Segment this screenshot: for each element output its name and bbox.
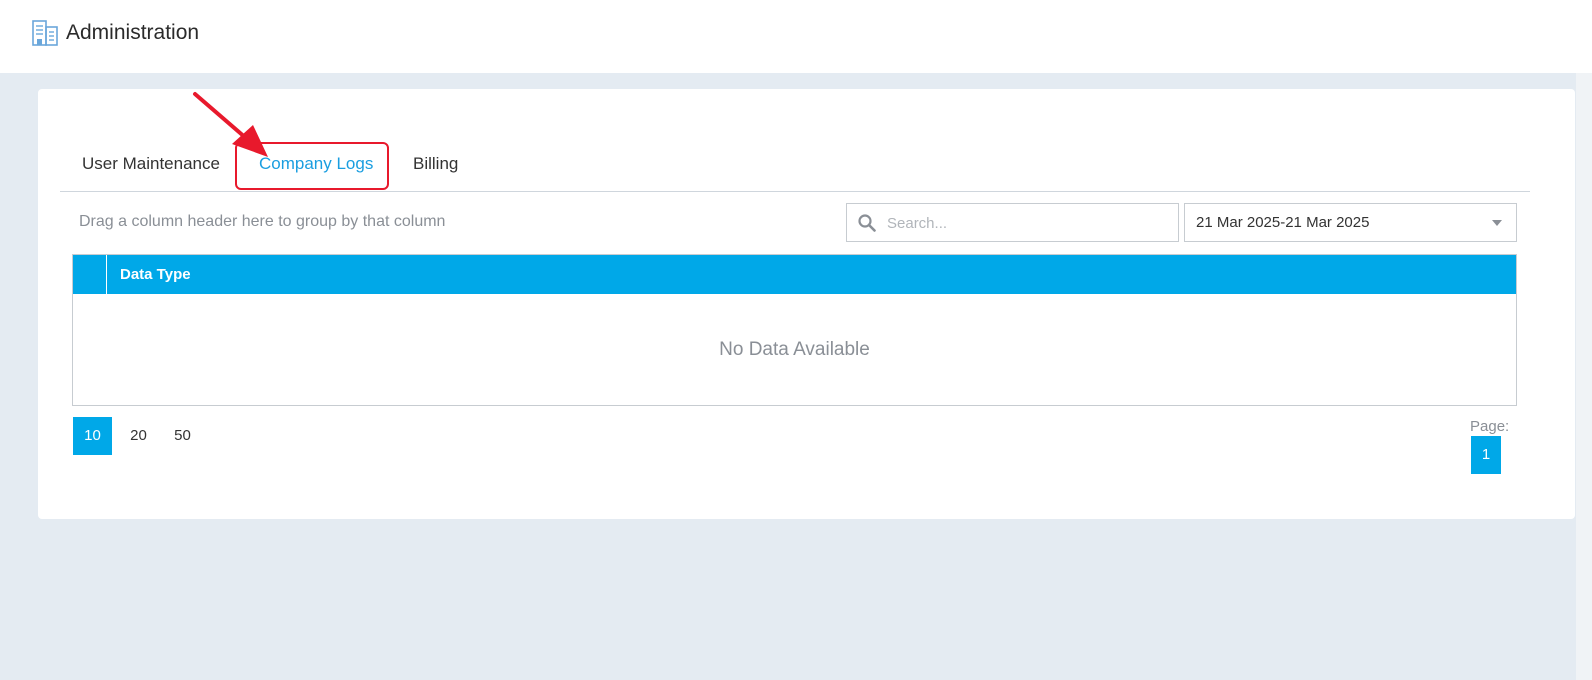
page-button-1[interactable]: 1 (1471, 436, 1501, 474)
search-input[interactable] (885, 209, 1169, 238)
page-size-20[interactable]: 20 (119, 417, 158, 455)
chevron-down-icon[interactable] (1492, 220, 1502, 226)
building-document-icon (32, 20, 58, 46)
column-header-data-type[interactable]: Data Type (120, 266, 191, 283)
search-box[interactable] (846, 203, 1179, 242)
page-label: Page: (1470, 418, 1510, 435)
no-data-message: No Data Available (719, 339, 870, 360)
page-title: Administration (66, 21, 200, 44)
scrollbar-track[interactable] (1576, 73, 1592, 680)
page-size-10[interactable]: 10 (73, 417, 112, 455)
date-range-value: 21 Mar 2025-21 Mar 2025 (1196, 214, 1370, 231)
group-by-hint[interactable]: Drag a column header here to group by th… (79, 213, 445, 231)
top-bar: Administration (0, 0, 1592, 73)
tab-billing[interactable]: Billing (413, 154, 458, 174)
expand-column-header (73, 255, 107, 294)
search-icon (858, 214, 876, 232)
grid-header: Data Type (73, 255, 1516, 294)
date-range-select[interactable]: 21 Mar 2025-21 Mar 2025 (1184, 203, 1517, 242)
logs-grid: Data Type No Data Available (72, 254, 1517, 406)
tab-user-maintenance[interactable]: User Maintenance (82, 154, 220, 174)
tab-highlight-box (235, 142, 389, 190)
main-panel: User Maintenance Company Logs Billing Dr… (38, 89, 1575, 519)
page-size-50[interactable]: 50 (163, 417, 202, 455)
